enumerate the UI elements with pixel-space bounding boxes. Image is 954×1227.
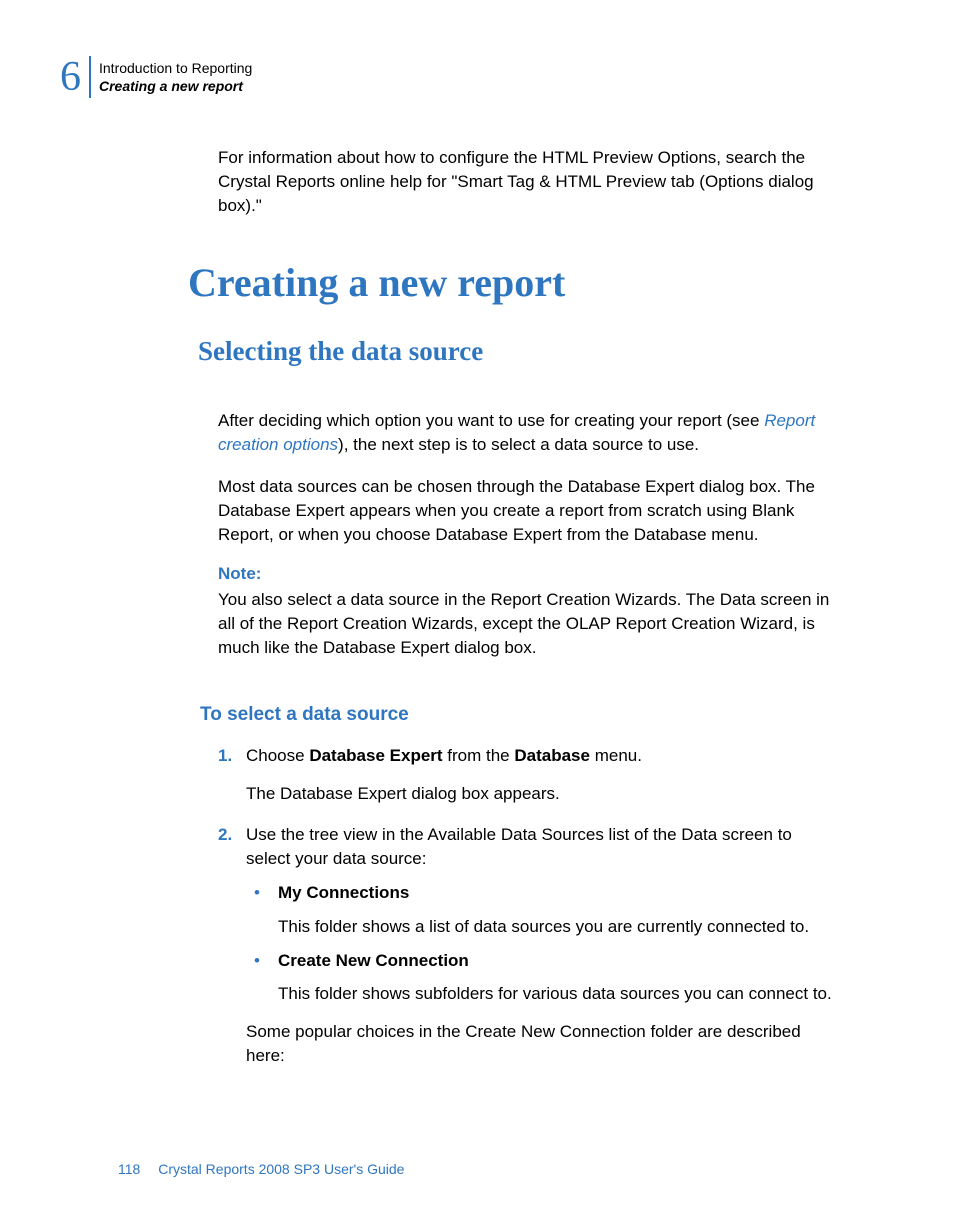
step-1-part-a: Choose [246,746,309,765]
steps-list: 1. Choose Database Expert from the Datab… [218,744,836,1068]
step-1-part-c: menu. [590,746,642,765]
header-line-1: Introduction to Reporting [99,59,252,77]
running-header: 6 Introduction to Reporting Creating a n… [60,56,252,98]
page-number: 118 [118,1161,140,1177]
page: 6 Introduction to Reporting Creating a n… [0,0,954,1227]
heading-3: To select a data source [200,704,836,726]
header-text: Introduction to Reporting Creating a new… [99,59,252,95]
step-1-bold-1: Database Expert [309,746,442,765]
step-number: 1. [218,744,232,768]
para1-text-a: After deciding which option you want to … [218,411,764,430]
step-number: 2. [218,823,232,847]
note-label: Note: [218,564,836,584]
step-1-sub: The Database Expert dialog box appears. [246,782,836,806]
bullet-list: My Connections This folder shows a list … [246,881,836,1006]
bullet-title: My Connections [278,883,409,902]
note-body: You also select a data source in the Rep… [218,588,836,659]
intro-paragraph: For information about how to configure t… [218,146,836,217]
step-1-bold-2: Database [514,746,590,765]
bullet-my-connections: My Connections This folder shows a list … [246,881,836,939]
heading-2: Selecting the data source [198,336,836,367]
body-column: For information about how to configure t… [218,146,836,1068]
bullet-description: This folder shows a list of data sources… [278,915,836,939]
bullet-description: This folder shows subfolders for various… [278,982,836,1006]
header-line-2: Creating a new report [99,77,252,95]
bullet-create-new-connection: Create New Connection This folder shows … [246,949,836,1007]
step-1-part-b: from the [443,746,515,765]
bullet-title: Create New Connection [278,951,469,970]
step-1-text: Choose Database Expert from the Database… [246,746,642,765]
step-2: 2. Use the tree view in the Available Da… [218,823,836,1067]
heading-1: Creating a new report [188,259,836,306]
step-1: 1. Choose Database Expert from the Datab… [218,744,836,806]
para1-text-b: ), the next step is to select a data sou… [338,435,699,454]
footer-title: Crystal Reports 2008 SP3 User's Guide [158,1161,404,1177]
step-2-tail: Some popular choices in the Create New C… [246,1020,836,1068]
paragraph-1: After deciding which option you want to … [218,409,836,457]
footer: 118 Crystal Reports 2008 SP3 User's Guid… [118,1161,404,1177]
chapter-number: 6 [60,56,81,98]
step-2-text: Use the tree view in the Available Data … [246,825,792,868]
header-divider [89,56,91,98]
paragraph-2: Most data sources can be chosen through … [218,475,836,546]
